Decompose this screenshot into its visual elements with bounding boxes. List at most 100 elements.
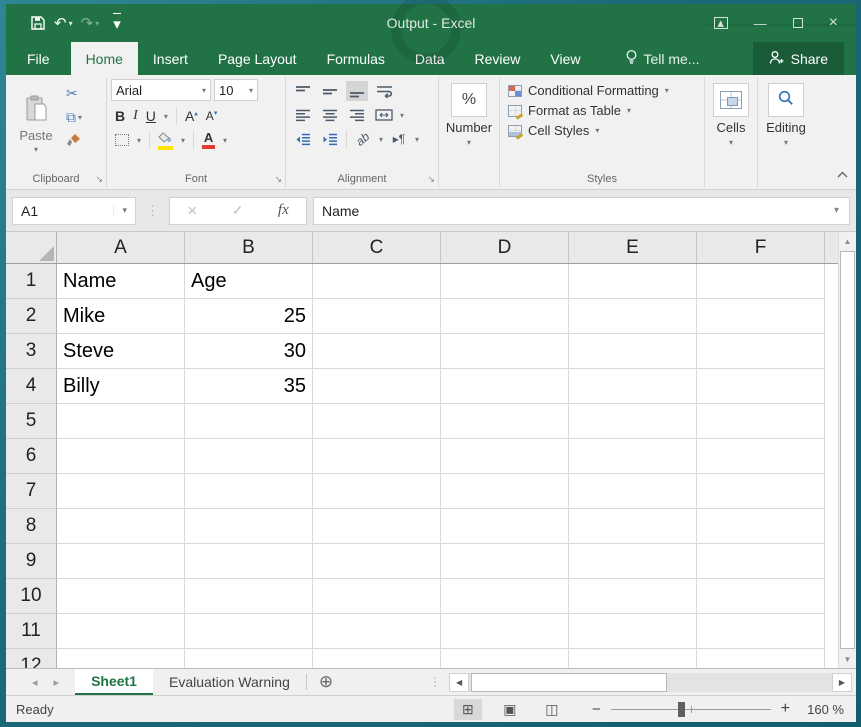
- cell-A2[interactable]: Mike: [57, 299, 185, 334]
- align-right-button[interactable]: [346, 105, 368, 125]
- decrease-indent-button[interactable]: [292, 129, 314, 149]
- cell-A10[interactable]: [57, 579, 185, 614]
- cell-C7[interactable]: [313, 474, 441, 509]
- tab-data[interactable]: Data: [400, 42, 460, 75]
- alignment-dialog-launcher-icon[interactable]: ↘: [427, 174, 435, 185]
- align-left-button[interactable]: [292, 105, 314, 125]
- merge-center-dropdown[interactable]: ▾: [400, 111, 404, 120]
- cell-A12[interactable]: [57, 649, 185, 668]
- copy-button[interactable]: ⧉▾: [66, 109, 82, 126]
- cell-F3[interactable]: [697, 334, 825, 369]
- cell-B10[interactable]: [185, 579, 313, 614]
- conditional-formatting-button[interactable]: Conditional Formatting ▾: [508, 83, 698, 98]
- top-align-button[interactable]: [292, 81, 314, 101]
- cell-A3[interactable]: Steve: [57, 334, 185, 369]
- cell-D2[interactable]: [441, 299, 569, 334]
- fill-color-button[interactable]: [158, 131, 173, 150]
- cell-A4[interactable]: Billy: [57, 369, 185, 404]
- cell-E1[interactable]: [569, 264, 697, 299]
- collapse-ribbon-button[interactable]: [837, 165, 848, 183]
- zoom-level[interactable]: 160 %: [800, 702, 844, 717]
- minimize-button[interactable]: —: [754, 16, 767, 31]
- cell-F6[interactable]: [697, 439, 825, 474]
- cell-B3[interactable]: 30: [185, 334, 313, 369]
- cell-A8[interactable]: [57, 509, 185, 544]
- column-header-F[interactable]: F: [697, 232, 825, 263]
- zoom-slider-thumb[interactable]: [678, 702, 685, 717]
- cell-B1[interactable]: Age: [185, 264, 313, 299]
- cell-B4[interactable]: 35: [185, 369, 313, 404]
- cell-B2[interactable]: 25: [185, 299, 313, 334]
- select-all-corner[interactable]: [6, 232, 57, 263]
- ribbon-display-options-icon[interactable]: ▴: [714, 17, 728, 29]
- clipboard-dialog-launcher-icon[interactable]: ↘: [95, 174, 103, 185]
- tab-formulas[interactable]: Formulas: [312, 42, 400, 75]
- cell-E12[interactable]: [569, 649, 697, 668]
- horizontal-scrollbar-thumb[interactable]: [471, 673, 667, 692]
- row-header-10[interactable]: 10: [6, 579, 57, 614]
- cell-F1[interactable]: [697, 264, 825, 299]
- next-sheet-icon[interactable]: ▸: [54, 676, 60, 689]
- sheet-tab-sheet1[interactable]: Sheet1: [75, 669, 153, 695]
- font-name-select[interactable]: Arial▾: [111, 79, 211, 101]
- cell-A11[interactable]: [57, 614, 185, 649]
- zoom-in-button[interactable]: +: [781, 700, 790, 718]
- sheetbar-splitter[interactable]: ⋮: [429, 669, 441, 695]
- cell-A9[interactable]: [57, 544, 185, 579]
- cell-D7[interactable]: [441, 474, 569, 509]
- cell-D11[interactable]: [441, 614, 569, 649]
- column-header-C[interactable]: C: [313, 232, 441, 263]
- number-group-button[interactable]: % Number ▾: [439, 75, 499, 189]
- merge-center-button[interactable]: [373, 105, 395, 125]
- cell-A6[interactable]: [57, 439, 185, 474]
- font-dialog-launcher-icon[interactable]: ↘: [274, 174, 282, 185]
- font-size-select[interactable]: 10▾: [214, 79, 258, 101]
- cell-B9[interactable]: [185, 544, 313, 579]
- cancel-button[interactable]: ×: [187, 201, 197, 221]
- cell-F5[interactable]: [697, 404, 825, 439]
- page-layout-view-button[interactable]: ▣: [496, 699, 524, 720]
- bottom-align-button[interactable]: [346, 81, 368, 101]
- cells-group-button[interactable]: Cells ▾: [705, 75, 757, 189]
- cut-button[interactable]: ✂: [66, 85, 82, 102]
- cell-D6[interactable]: [441, 439, 569, 474]
- row-header-4[interactable]: 4: [6, 369, 57, 404]
- cell-D1[interactable]: [441, 264, 569, 299]
- horizontal-scrollbar[interactable]: ◀ ▶: [449, 669, 852, 695]
- normal-view-button[interactable]: ⊞: [454, 699, 482, 720]
- tab-home[interactable]: Home: [71, 42, 138, 75]
- cell-E10[interactable]: [569, 579, 697, 614]
- tab-insert[interactable]: Insert: [138, 42, 203, 75]
- row-header-6[interactable]: 6: [6, 439, 57, 474]
- cell-D8[interactable]: [441, 509, 569, 544]
- formula-bar-splitter[interactable]: ⋮: [142, 203, 163, 219]
- vertical-scrollbar-thumb[interactable]: [840, 251, 855, 649]
- vertical-scrollbar[interactable]: ▲ ▼: [838, 232, 856, 668]
- maximize-button[interactable]: [793, 18, 803, 28]
- editing-group-button[interactable]: Editing ▾: [758, 75, 814, 189]
- orientation-button[interactable]: ab: [352, 129, 374, 149]
- row-header-11[interactable]: 11: [6, 614, 57, 649]
- cell-E2[interactable]: [569, 299, 697, 334]
- cell-F2[interactable]: [697, 299, 825, 334]
- enter-button[interactable]: ✓: [232, 202, 244, 219]
- underline-dropdown[interactable]: ▾: [164, 112, 168, 121]
- borders-button[interactable]: [115, 134, 129, 146]
- cell-F8[interactable]: [697, 509, 825, 544]
- tab-review[interactable]: Review: [460, 42, 536, 75]
- column-header-E[interactable]: E: [569, 232, 697, 263]
- column-header-B[interactable]: B: [185, 232, 313, 263]
- cell-E3[interactable]: [569, 334, 697, 369]
- cell-D5[interactable]: [441, 404, 569, 439]
- zoom-slider[interactable]: [611, 709, 771, 710]
- text-direction-dropdown[interactable]: ▾: [415, 135, 419, 144]
- cell-B8[interactable]: [185, 509, 313, 544]
- cell-B7[interactable]: [185, 474, 313, 509]
- wrap-text-button[interactable]: [373, 81, 395, 101]
- orientation-dropdown[interactable]: ▾: [379, 135, 383, 144]
- increase-indent-button[interactable]: [319, 129, 341, 149]
- cell-B5[interactable]: [185, 404, 313, 439]
- cell-C9[interactable]: [313, 544, 441, 579]
- name-box[interactable]: A1 ▾: [12, 197, 136, 225]
- row-header-7[interactable]: 7: [6, 474, 57, 509]
